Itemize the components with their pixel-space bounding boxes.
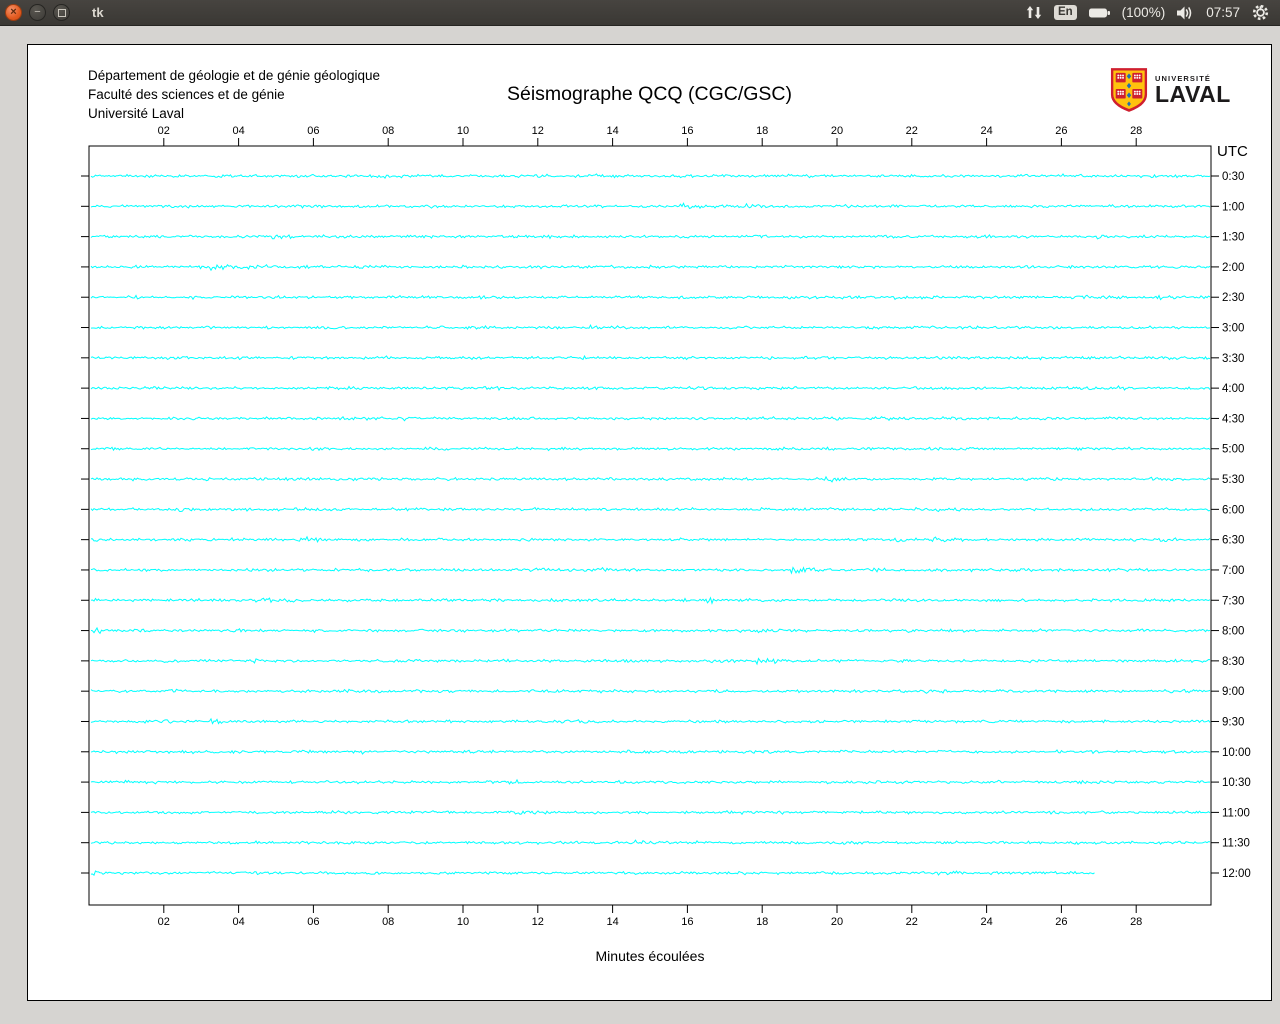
utc-time-label: 7:30 [1222,595,1244,607]
seismic-trace [90,535,1211,543]
seismic-trace [90,657,1211,666]
seismic-trace [90,354,1211,361]
seismic-trace [90,202,1211,210]
utc-time-label: 2:30 [1222,292,1244,304]
network-sync-arrows-icon[interactable] [1025,4,1043,21]
seismic-trace [90,173,1211,179]
x-tick-label-bottom: 12 [532,916,544,928]
window-close-button[interactable]: × [5,4,22,21]
seismic-trace [90,688,1211,694]
utc-time-label: 3:00 [1222,323,1244,335]
utc-time-label: 8:30 [1222,656,1244,668]
x-tick-label-bottom: 04 [232,916,244,928]
utc-axis-label: UTC [1217,143,1248,160]
utc-time-label: 12:00 [1222,868,1251,880]
clock[interactable]: 07:57 [1206,5,1240,20]
window-title: tk [92,5,104,20]
x-axis-title: Minutes écoulées [596,948,705,964]
x-tick-label-bottom: 26 [1055,916,1067,928]
seismic-trace [90,506,1211,513]
plot-border [88,145,1212,906]
utc-time-label: 10:30 [1222,777,1251,789]
x-tick-label-top: 24 [980,125,992,137]
system-tray: En (100%) 07:57 [1025,3,1280,22]
seismic-trace [90,870,1095,877]
seismic-trace [90,626,1211,635]
utc-time-label: 6:00 [1222,504,1244,516]
utc-time-label: 9:30 [1222,716,1244,728]
x-tick-label-top: 10 [457,125,469,137]
seismic-trace [90,809,1211,816]
utc-time-label: 9:00 [1222,686,1244,698]
utc-time-label: 0:30 [1222,171,1244,183]
x-tick-label-bottom: 16 [681,916,693,928]
battery-icon[interactable] [1088,5,1111,21]
seismic-trace [90,415,1211,422]
x-tick-label-bottom: 18 [756,916,768,928]
seismic-trace [90,475,1211,483]
x-tick-label-top: 20 [831,125,843,137]
x-tick-label-top: 26 [1055,125,1067,137]
x-tick-label-top: 02 [158,125,170,137]
x-tick-label-top: 16 [681,125,693,137]
x-tick-label-bottom: 02 [158,916,170,928]
x-tick-label-top: 28 [1130,125,1142,137]
minimize-icon: − [34,6,41,18]
x-tick-label-top: 06 [307,125,319,137]
seismic-trace [90,263,1211,272]
utc-time-label: 7:00 [1222,565,1244,577]
keyboard-layout-indicator[interactable]: En [1053,4,1077,21]
session-gear-icon[interactable] [1251,3,1270,22]
seismic-trace [90,596,1211,605]
window-controls: × − [5,4,70,21]
utc-time-label: 5:30 [1222,474,1244,486]
utc-time-label: 4:30 [1222,413,1244,425]
utc-time-label: 11:30 [1222,838,1250,850]
x-tick-label-bottom: 28 [1130,916,1142,928]
utc-time-label: 1:30 [1222,232,1244,244]
utc-time-label: 1:00 [1222,201,1244,213]
utc-time-label: 8:00 [1222,626,1244,638]
maximize-icon [57,8,66,17]
desktop-background: Département de géologie et de génie géol… [0,26,1280,1024]
window-titlebar: × − tk En (100%) 07:57 [0,0,1280,26]
window-maximize-button[interactable] [53,4,70,21]
x-tick-label-bottom: 14 [606,916,618,928]
seismic-trace [90,324,1211,330]
utc-time-label: 5:00 [1222,444,1244,456]
utc-time-label: 2:00 [1222,262,1244,274]
seismic-trace [90,717,1211,725]
seismograph-plot: 02 02 04 04 06 06 08 08 10 10 12 12 14 14 16 16 18 18 20 20… [81,125,1251,964]
seismic-trace [90,778,1211,785]
seismic-trace [90,566,1211,575]
x-tick-label-top: 12 [532,125,544,137]
utc-time-label: 4:00 [1222,383,1244,395]
x-tick-label-top: 14 [606,125,618,137]
utc-time-label: 11:00 [1222,807,1250,819]
x-tick-label-top: 22 [906,125,918,137]
x-tick-label-bottom: 20 [831,916,843,928]
x-tick-label-top: 08 [382,125,394,137]
seismograph-page: Département de géologie et de génie géol… [27,44,1272,1001]
utc-time-label: 10:00 [1222,747,1251,759]
seismic-trace [90,446,1211,452]
utc-time-label: 6:30 [1222,535,1244,547]
x-tick-label-bottom: 06 [307,916,319,928]
battery-percentage[interactable]: (100%) [1122,5,1166,20]
window-minimize-button[interactable]: − [29,4,46,21]
x-tick-label-bottom: 10 [457,916,469,928]
x-tick-label-bottom: 22 [906,916,918,928]
utc-time-label: 3:30 [1222,353,1244,365]
seismic-trace [90,294,1211,301]
speaker-volume-icon[interactable] [1176,5,1195,21]
x-tick-label-top: 04 [232,125,244,137]
seismic-trace [90,234,1211,240]
x-tick-label-bottom: 24 [980,916,992,928]
seismic-trace [90,749,1211,755]
x-tick-label-top: 18 [756,125,768,137]
x-tick-label-bottom: 08 [382,916,394,928]
seismic-trace [90,385,1211,392]
seismic-trace [90,839,1211,846]
close-icon: × [10,6,17,18]
